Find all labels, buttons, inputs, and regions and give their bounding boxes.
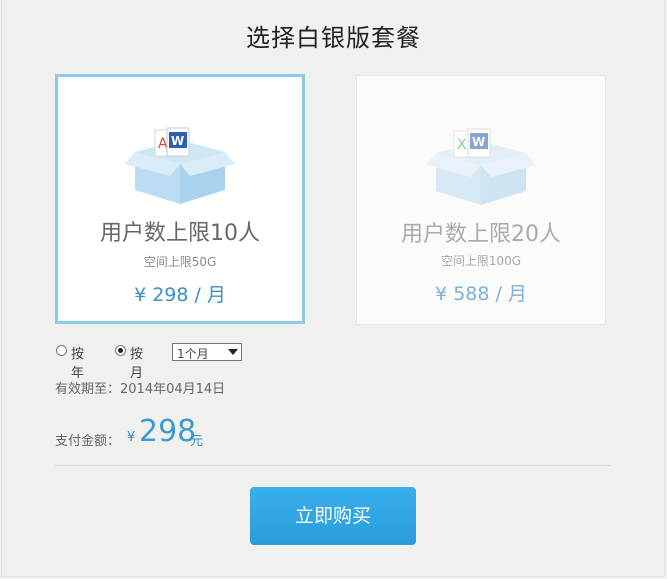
radio-monthly[interactable] <box>115 345 126 356</box>
box-with-documents-icon: X W <box>426 128 536 205</box>
payment-unit: 元 <box>190 434 204 449</box>
expiry-date: 有效期至：2014年04月14日 <box>55 382 226 397</box>
page-title: 选择白银版套餐 <box>246 24 421 52</box>
divider <box>55 465 611 466</box>
svg-text:W: W <box>472 135 485 149</box>
plan-user-limit: 用户数上限20人 <box>401 222 561 247</box>
plan-price: ¥ 298 / 月 <box>134 284 226 306</box>
duration-select-value: 1个月 <box>177 347 209 361</box>
plan-user-limit: 用户数上限10人 <box>100 221 260 246</box>
payment-currency: ¥ <box>127 430 136 445</box>
chevron-down-icon <box>228 349 238 355</box>
radio-monthly-label[interactable]: 按月 <box>130 343 143 381</box>
box-with-documents-icon: A W <box>125 127 235 204</box>
plan-space-limit: 空间上限50G <box>143 255 217 269</box>
payment-amount: 298 <box>139 414 197 449</box>
duration-select[interactable]: 1个月 <box>172 343 242 361</box>
plan-space-limit: 空间上限100G <box>440 254 522 268</box>
plan-price: ¥ 588 / 月 <box>435 283 527 305</box>
plan-card-10-users[interactable]: A W 用户数上限10人 空间上限50G ¥ 298 / 月 <box>55 74 305 324</box>
svg-text:X: X <box>457 137 467 153</box>
payment-label: 支付金额： <box>55 434 121 449</box>
radio-yearly-label[interactable]: 按年 <box>71 343 84 381</box>
svg-text:W: W <box>171 134 184 148</box>
buy-now-button[interactable]: 立即购买 <box>250 487 416 545</box>
plan-card-20-users[interactable]: X W 用户数上限20人 空间上限100G ¥ 588 / 月 <box>356 75 606 325</box>
radio-yearly[interactable] <box>56 345 67 356</box>
